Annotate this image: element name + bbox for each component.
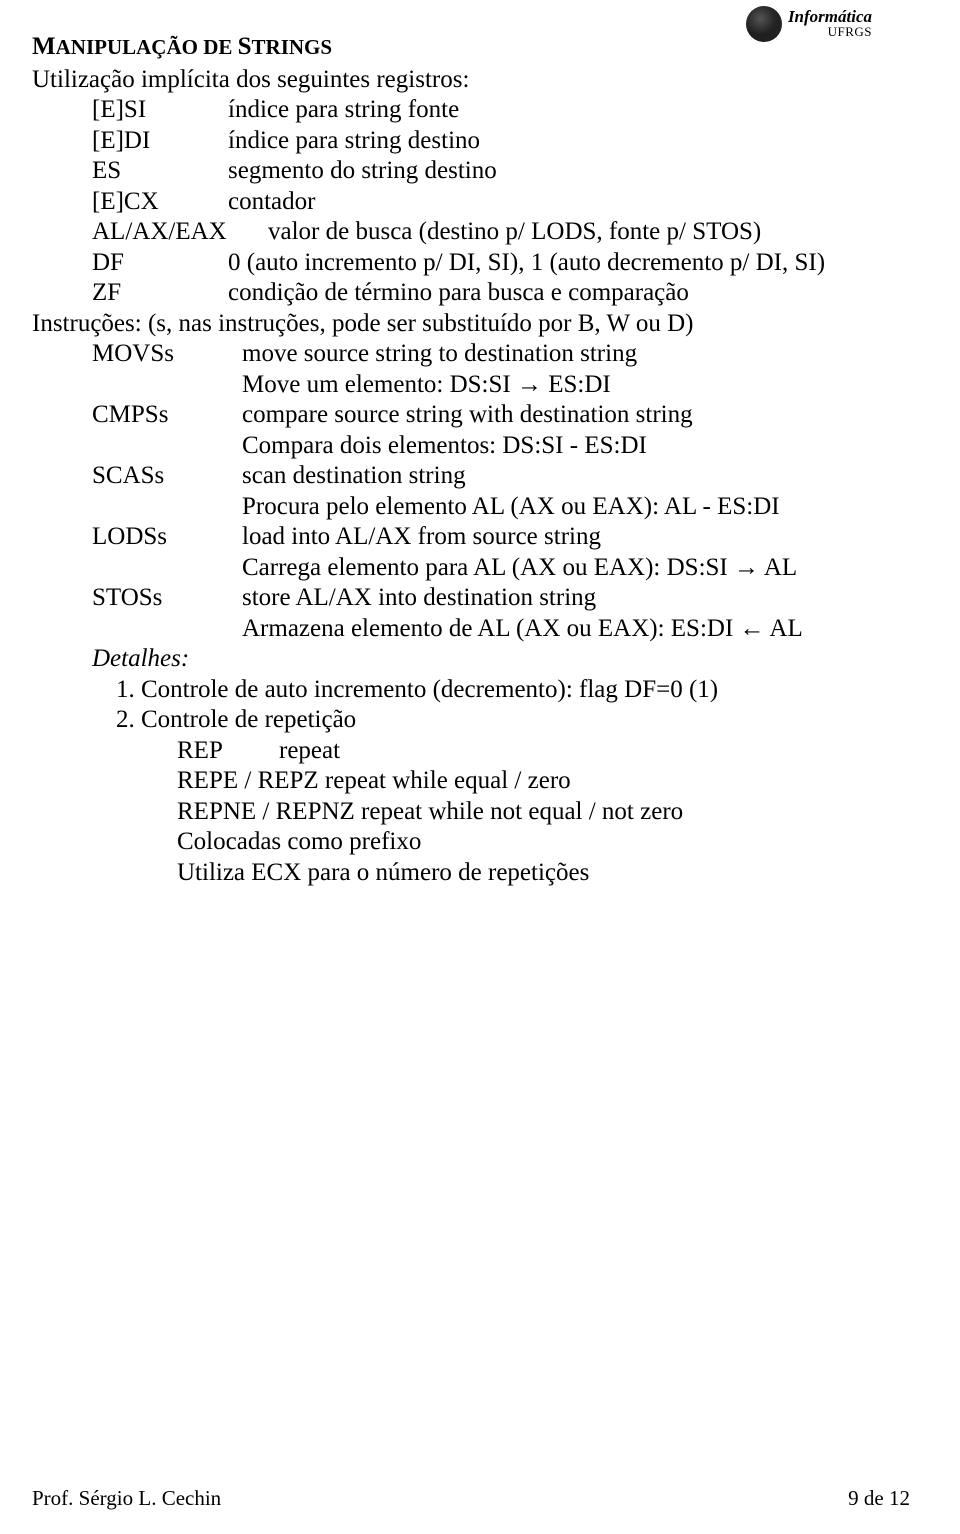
instr-name: SCASs (92, 461, 242, 492)
reg-desc: índice para string fonte (228, 95, 910, 126)
logo-sub: UFRGS (788, 24, 872, 40)
heading-cap2: S (238, 33, 252, 60)
watermark-logo: Informática UFRGS (746, 6, 872, 42)
reg-desc: contador (228, 187, 910, 218)
reg-desc: valor de busca (destino p/ LODS, fonte p… (268, 217, 910, 248)
instr-row-cmps: CMPSs compare source string with destina… (32, 400, 910, 431)
page-footer: Prof. Sérgio L. Cechin 9 de 12 (32, 1486, 910, 1512)
reg-row-eax: AL/AX/EAX valor de busca (destino p/ LOD… (32, 217, 910, 248)
globe-icon (746, 6, 782, 42)
instr-row-lods: LODSs load into AL/AX from source string (32, 522, 910, 553)
intro-line: Utilização implícita dos seguintes regis… (32, 65, 910, 96)
heading-sc2: TRINGS (252, 35, 333, 59)
rep-row: REP repeat (32, 736, 910, 767)
rep-desc: repeat (279, 736, 340, 767)
instr-name: MOVSs (92, 339, 242, 370)
detail-2: 2. Controle de repetição (32, 705, 910, 736)
reg-name: [E]SI (92, 95, 228, 126)
instr-desc: scan destination string (242, 461, 910, 492)
detail-3b: Utiliza ECX para o número de repetições (32, 858, 910, 889)
reg-name: [E]CX (92, 187, 228, 218)
reg-name: [E]DI (92, 126, 228, 157)
reg-name: AL/AX/EAX (92, 217, 268, 248)
instr-row-stos: STOSs store AL/AX into destination strin… (32, 583, 910, 614)
instr-desc: store AL/AX into destination string (242, 583, 910, 614)
reg-row-edi: [E]DI índice para string destino (32, 126, 910, 157)
reg-desc: 0 (auto incremento p/ DI, SI), 1 (auto d… (228, 248, 910, 279)
reg-desc: condição de término para busca e compara… (228, 278, 910, 309)
instr-name: CMPSs (92, 400, 242, 431)
reg-row-esi: [E]SI índice para string fonte (32, 95, 910, 126)
reg-name: ZF (92, 278, 228, 309)
instr-name: LODSs (92, 522, 242, 553)
instr-line2: Armazena elemento de AL (AX ou EAX): ES:… (32, 614, 910, 645)
reg-desc: índice para string destino (228, 126, 910, 157)
reg-row-es: ES segmento do string destino (32, 156, 910, 187)
instr-name: STOSs (92, 583, 242, 614)
instructions-intro: Instruções: (s, nas instruções, pode ser… (32, 309, 910, 340)
footer-left: Prof. Sérgio L. Cechin (32, 1486, 221, 1512)
instr-desc: compare source string with destination s… (242, 400, 910, 431)
instr-desc: load into AL/AX from source string (242, 522, 910, 553)
page: Informática UFRGS MANIPULAÇÃO DE STRINGS… (0, 0, 960, 1534)
reg-desc: segmento do string destino (228, 156, 910, 187)
instr-line2: Compara dois elementos: DS:SI - ES:DI (32, 431, 910, 462)
instr-line2: Procura pelo elemento AL (AX ou EAX): AL… (32, 492, 910, 523)
detail-1: 1. Controle de auto incremento (decremen… (32, 675, 910, 706)
heading-cap1: M (32, 33, 56, 60)
instr-row-scas: SCASs scan destination string (32, 461, 910, 492)
instr-desc: move source string to destination string (242, 339, 910, 370)
reg-row-df: DF 0 (auto incremento p/ DI, SI), 1 (aut… (32, 248, 910, 279)
logo-text: Informática UFRGS (788, 8, 872, 40)
reg-row-ecx: [E]CX contador (32, 187, 910, 218)
repe-row: REPE / REPZ repeat while equal / zero (32, 766, 910, 797)
logo-title: Informática (788, 8, 872, 25)
repne-row: REPNE / REPNZ repeat while not equal / n… (32, 797, 910, 828)
instr-line2: Move um elemento: DS:SI → ES:DI (32, 370, 910, 401)
instr-line2: Carrega elemento para AL (AX ou EAX): DS… (32, 553, 910, 584)
footer-right: 9 de 12 (848, 1486, 910, 1512)
reg-name: ES (92, 156, 228, 187)
heading-sc1: ANIPULAÇÃO DE (56, 35, 238, 59)
content: Utilização implícita dos seguintes regis… (32, 65, 910, 889)
details-label: Detalhes: (32, 644, 910, 675)
rep-name: REP (177, 736, 279, 767)
reg-name: DF (92, 248, 228, 279)
instr-row-movs: MOVSs move source string to destination … (32, 339, 910, 370)
detail-3a: Colocadas como prefixo (32, 827, 910, 858)
reg-row-zf: ZF condição de término para busca e comp… (32, 278, 910, 309)
